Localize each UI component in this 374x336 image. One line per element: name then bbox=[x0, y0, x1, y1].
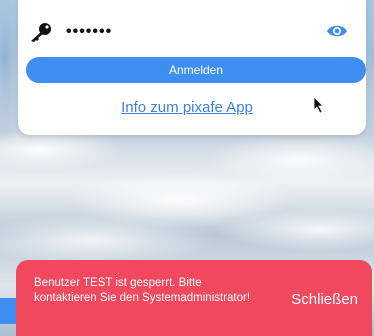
error-toast: Benutzer TEST ist gesperrt. Bitte kontak… bbox=[16, 260, 372, 336]
toast-message: Benutzer TEST ist gesperrt. Bitte kontak… bbox=[34, 277, 251, 304]
login-button[interactable]: Anmelden bbox=[26, 57, 366, 83]
key-icon bbox=[31, 23, 51, 42]
close-button[interactable]: Schließen bbox=[291, 291, 358, 308]
eye-icon[interactable] bbox=[326, 22, 348, 40]
cursor-icon bbox=[313, 96, 324, 114]
password-value: ••••••• bbox=[66, 23, 113, 40]
password-field[interactable]: ••••••• bbox=[28, 18, 358, 46]
